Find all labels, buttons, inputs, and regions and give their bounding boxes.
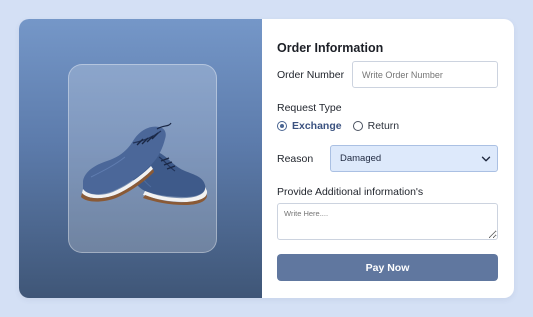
- shoe-image: [81, 122, 208, 205]
- radio-unchecked-icon[interactable]: [352, 121, 363, 131]
- order-number-input[interactable]: [352, 61, 498, 88]
- reason-select[interactable]: Damaged: [330, 145, 498, 172]
- reason-select-value[interactable]: Damaged: [340, 153, 381, 164]
- chevron-down-icon[interactable]: [481, 154, 491, 164]
- radio-checked-icon[interactable]: [277, 121, 287, 131]
- form-title: Order Information: [277, 41, 384, 55]
- radio-return-label[interactable]: Return: [368, 120, 400, 132]
- radio-exchange-label[interactable]: Exchange: [292, 120, 342, 132]
- radio-return[interactable]: Return: [352, 120, 400, 132]
- pay-now-button[interactable]: Pay Now: [277, 254, 498, 281]
- additional-info-label: Provide Additional information's: [277, 186, 424, 198]
- radio-exchange[interactable]: Exchange: [277, 120, 342, 132]
- order-number-label: Order Number: [277, 69, 345, 81]
- product-image-frame: [68, 64, 217, 253]
- request-type-radio-group: Exchange Return: [277, 120, 410, 132]
- reason-label: Reason: [277, 153, 314, 165]
- request-type-label: Request Type: [277, 102, 342, 114]
- product-panel: [19, 19, 262, 298]
- order-form: Order Information Order Number Request T…: [262, 19, 514, 298]
- additional-info-textarea[interactable]: [277, 203, 498, 240]
- order-card: Order Information Order Number Request T…: [19, 19, 514, 298]
